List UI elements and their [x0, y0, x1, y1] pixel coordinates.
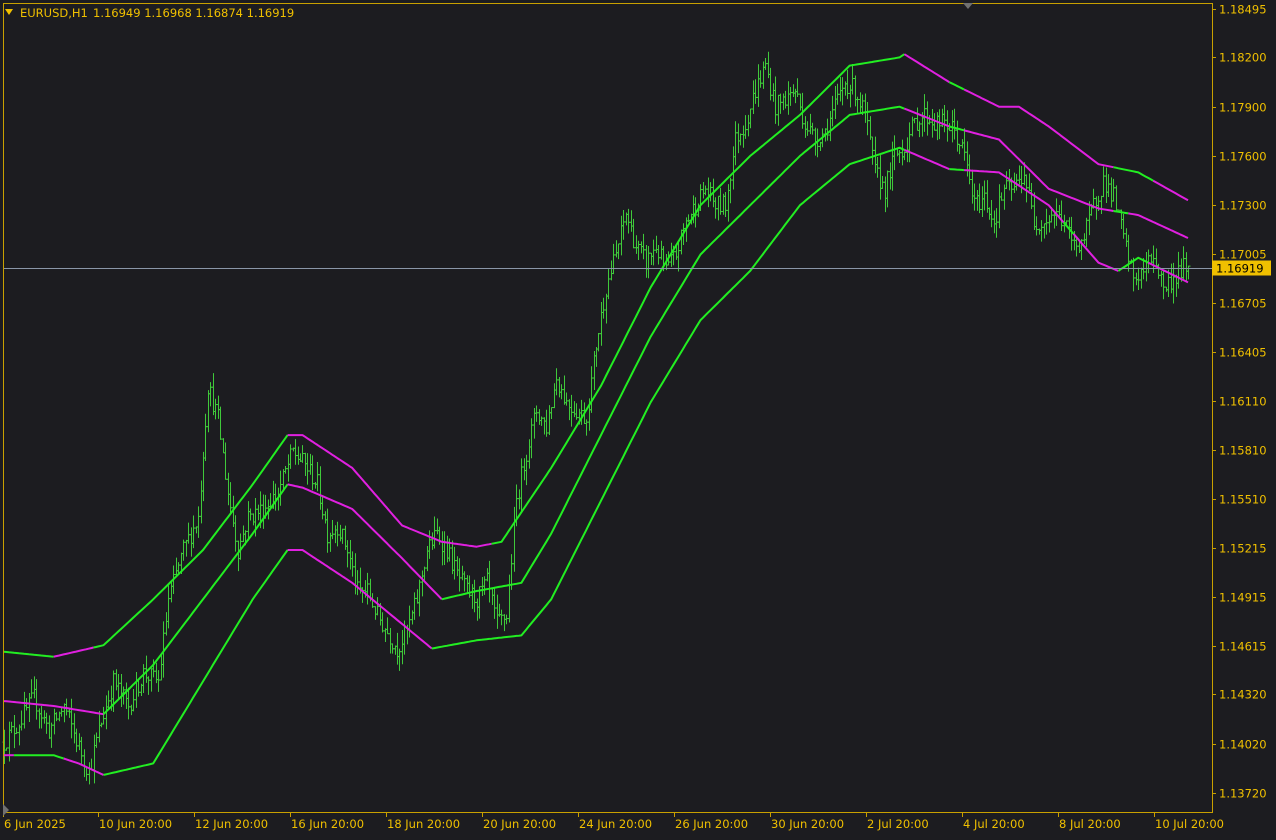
y-tick-label: 1.15215: [1219, 542, 1267, 556]
x-tick-label: 6 Jun 2025: [4, 817, 66, 831]
y-tick-label: 1.17005: [1219, 248, 1267, 262]
x-tick-label: 10 Jun 20:00: [99, 817, 172, 831]
x-tick-label: 24 Jun 20:00: [579, 817, 652, 831]
price-chart[interactable]: 1.18495 1.18200 1.17900 1.17600 1.17300 1.170…: [0, 0, 1276, 836]
y-tick-label: 1.17600: [1219, 150, 1267, 164]
y-tick-label: 1.14320: [1219, 688, 1267, 702]
y-tick-label: 1.13720: [1219, 787, 1267, 801]
x-tick-label: 30 Jun 20:00: [771, 817, 844, 831]
chart-header: EURUSD,H1 1.16949 1.16968 1.16874 1.1691…: [5, 6, 294, 20]
price-tag: 1.16919: [1212, 260, 1271, 276]
price-tag-value: 1.16919: [1216, 262, 1264, 276]
ohlc-values: 1.16949 1.16968 1.16874 1.16919: [93, 6, 294, 20]
chart-background: [0, 0, 1276, 836]
symbol-timeframe: EURUSD,H1: [20, 6, 88, 20]
y-tick-label: 1.16405: [1219, 346, 1267, 360]
lower-band-line: [949, 168, 965, 172]
x-tick-label: 8 Jul 20:00: [1059, 817, 1121, 831]
y-tick-label: 1.17300: [1219, 199, 1267, 213]
y-tick-label: 1.15510: [1219, 493, 1267, 507]
x-tick-label: 2 Jul 20:00: [867, 817, 929, 831]
x-tick-label: 12 Jun 20:00: [195, 817, 268, 831]
y-tick-label: 1.16705: [1219, 297, 1267, 311]
y-tick-label: 1.14915: [1219, 591, 1267, 605]
x-tick-label: 26 Jun 20:00: [675, 817, 748, 831]
y-tick-label: 1.14615: [1219, 640, 1267, 654]
y-tick-label: 1.18200: [1219, 51, 1267, 65]
y-tick-label: 1.18495: [1219, 3, 1267, 17]
x-tick-label: 10 Jul 20:00: [1155, 817, 1224, 831]
x-tick-label: 18 Jun 20:00: [387, 817, 460, 831]
y-tick-label: 1.14020: [1219, 738, 1267, 752]
x-tick-label: 20 Jun 20:00: [483, 817, 556, 831]
x-tick-label: 4 Jul 20:00: [963, 817, 1025, 831]
chart-window[interactable]: 1.18495 1.18200 1.17900 1.17600 1.17300 1.170…: [0, 0, 1276, 836]
y-tick-label: 1.17900: [1219, 101, 1267, 115]
y-tick-label: 1.15810: [1219, 444, 1267, 458]
x-tick-label: 16 Jun 20:00: [291, 817, 364, 831]
y-tick-label: 1.16110: [1219, 395, 1267, 409]
